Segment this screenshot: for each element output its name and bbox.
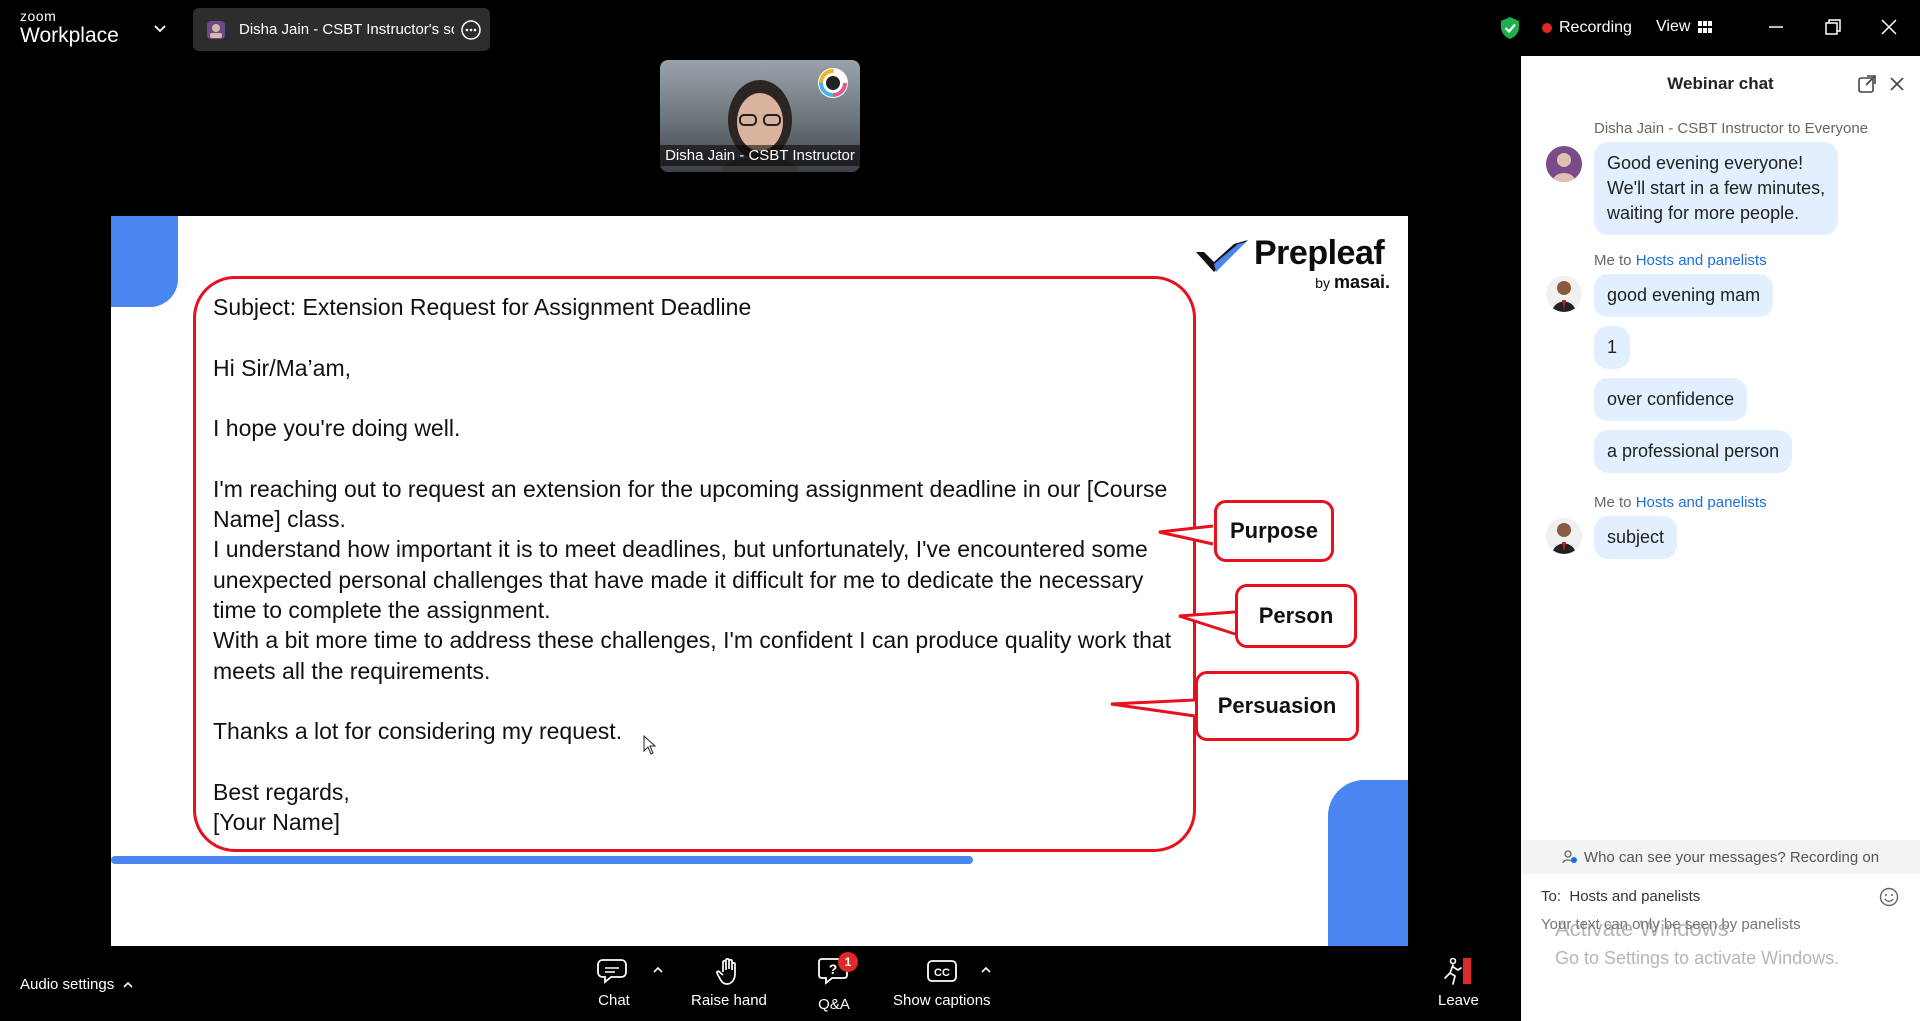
top-bar: zoom Workplace Disha Jain - CSBT Instruc… [0, 0, 1920, 56]
prepleaf-logo: Prepleaf by masai. [1190, 230, 1390, 292]
to-value: Hosts and panelists [1569, 888, 1701, 905]
letter-purpose-paragraph: I'm reaching out to request an extension… [213, 475, 1168, 533]
recording-dot-icon [1542, 23, 1552, 33]
view-button[interactable]: View [1656, 18, 1713, 36]
avatar [1546, 518, 1582, 554]
close-chat-icon[interactable] [1886, 73, 1908, 95]
slide-corner-decoration [1328, 780, 1408, 946]
audio-settings-button[interactable]: Audio settings [20, 976, 134, 993]
letter-greeting: Hi Sir/Ma’am, [213, 354, 352, 381]
share-tab-label: Disha Jain - CSBT Instructor's scre [239, 21, 454, 38]
qa-button[interactable]: ? 1 Q&A [818, 952, 858, 1013]
chat-bubble: subject [1594, 516, 1678, 559]
presenter-video-thumbnail[interactable]: Disha Jain - CSBT Instructor [660, 60, 860, 172]
brand-small: zoom [20, 8, 57, 24]
letter-persuasion-paragraph: With a bit more time to address these ch… [213, 627, 1172, 684]
logo-word: Prepleaf [1254, 234, 1385, 272]
logo-by-line: by masai. [1315, 272, 1390, 292]
raise-hand-button[interactable]: Raise hand [691, 956, 767, 1009]
recording-label: Recording [1559, 19, 1632, 36]
recipient-selector[interactable]: To: Hosts and panelists [1541, 888, 1700, 905]
chat-icon [597, 959, 627, 984]
chat-header: Webinar chat [1521, 56, 1920, 112]
show-captions-button[interactable]: CC Show captions [893, 956, 991, 1009]
letter-signoff: Best regards, [213, 778, 350, 805]
slide-progress-bar [111, 856, 973, 864]
captions-icon: CC [926, 960, 957, 982]
message-visibility-note[interactable]: Who can see your messages? Recording on [1521, 840, 1920, 874]
leave-icon [1444, 957, 1472, 985]
share-app-icon [207, 20, 225, 39]
avatar [1546, 146, 1582, 182]
emoji-icon[interactable] [1878, 886, 1900, 908]
recording-indicator[interactable]: Recording [1542, 19, 1632, 37]
zoom-workplace-logo[interactable]: zoom Workplace [20, 9, 119, 46]
chat-compose-input[interactable] [1541, 916, 1881, 933]
to-label: To: [1541, 888, 1562, 905]
security-shield-icon[interactable] [1499, 16, 1521, 40]
screen-share-tab[interactable]: Disha Jain - CSBT Instructor's scre [193, 8, 490, 51]
chat-button[interactable]: Chat [597, 956, 631, 1009]
chat-title: Webinar chat [1667, 74, 1774, 93]
pop-out-icon[interactable] [1856, 73, 1878, 95]
more-options-icon[interactable] [460, 19, 482, 41]
svg-text:CC: CC [934, 967, 950, 979]
letter-subject: Subject: Extension Request for Assignmen… [213, 294, 752, 320]
hand-icon [716, 958, 736, 985]
view-label: View [1656, 18, 1691, 35]
restore-icon[interactable] [1820, 14, 1846, 40]
chevron-up-icon [123, 981, 133, 988]
brand-big: Workplace [20, 24, 119, 47]
letter-person-paragraph: I understand how important it is to meet… [213, 536, 1148, 623]
meeting-toolbar: Audio settings Chat Raise hand ? 1 Q&A C… [0, 946, 1521, 1021]
qa-badge: 1 [838, 952, 858, 972]
grid-view-icon [1698, 21, 1713, 33]
callout-persuasion: Persuasion [1195, 671, 1359, 741]
zoom-webinar-window: zoom Workplace Disha Jain - CSBT Instruc… [0, 0, 1920, 1021]
chat-bubble: a professional person [1594, 430, 1793, 473]
presenter-name: Disha Jain - CSBT Instructor [660, 145, 860, 166]
chat-bubble: over confidence [1594, 378, 1748, 421]
people-icon [1562, 850, 1577, 864]
shared-slide: Prepleaf by masai. Subject: Extension Req… [111, 216, 1408, 946]
chat-bubble: Good evening everyone! We'll start in a … [1594, 142, 1839, 235]
prepleaf-check-icon [1196, 240, 1248, 272]
slide-corner-decoration [111, 216, 178, 307]
callout-person: Person [1235, 584, 1357, 648]
close-window-icon[interactable] [1876, 14, 1902, 40]
mouse-cursor-icon [643, 735, 657, 755]
callout-purpose: Purpose [1214, 500, 1334, 562]
message-sender: Me to Hosts and panelists [1594, 494, 1767, 511]
letter-name: [Your Name] [213, 809, 340, 836]
avatar-ring-icon [818, 68, 848, 98]
chevron-up-icon[interactable] [652, 964, 664, 976]
chat-bubble: 1 [1594, 326, 1631, 369]
avatar [1546, 276, 1582, 312]
message-sender: Me to Hosts and panelists [1594, 252, 1767, 269]
leave-button[interactable]: Leave [1438, 956, 1479, 1009]
chat-bubble: good evening mam [1594, 274, 1774, 317]
webinar-chat-panel: Webinar chat Disha Jain - CSBT Instructo… [1521, 56, 1920, 1021]
minimize-icon[interactable] [1763, 14, 1789, 40]
email-letter: Subject: Extension Request for Assignmen… [213, 292, 1173, 837]
letter-opening: I hope you're doing well. [213, 415, 461, 442]
svg-text:?: ? [829, 961, 838, 977]
chevron-up-icon[interactable] [980, 964, 992, 976]
message-sender: Disha Jain - CSBT Instructor to Everyone [1594, 120, 1868, 137]
chevron-down-icon[interactable] [152, 20, 168, 36]
letter-thanks: Thanks a lot for considering my request. [213, 718, 623, 745]
qa-icon-wrap: ? 1 [818, 952, 858, 996]
